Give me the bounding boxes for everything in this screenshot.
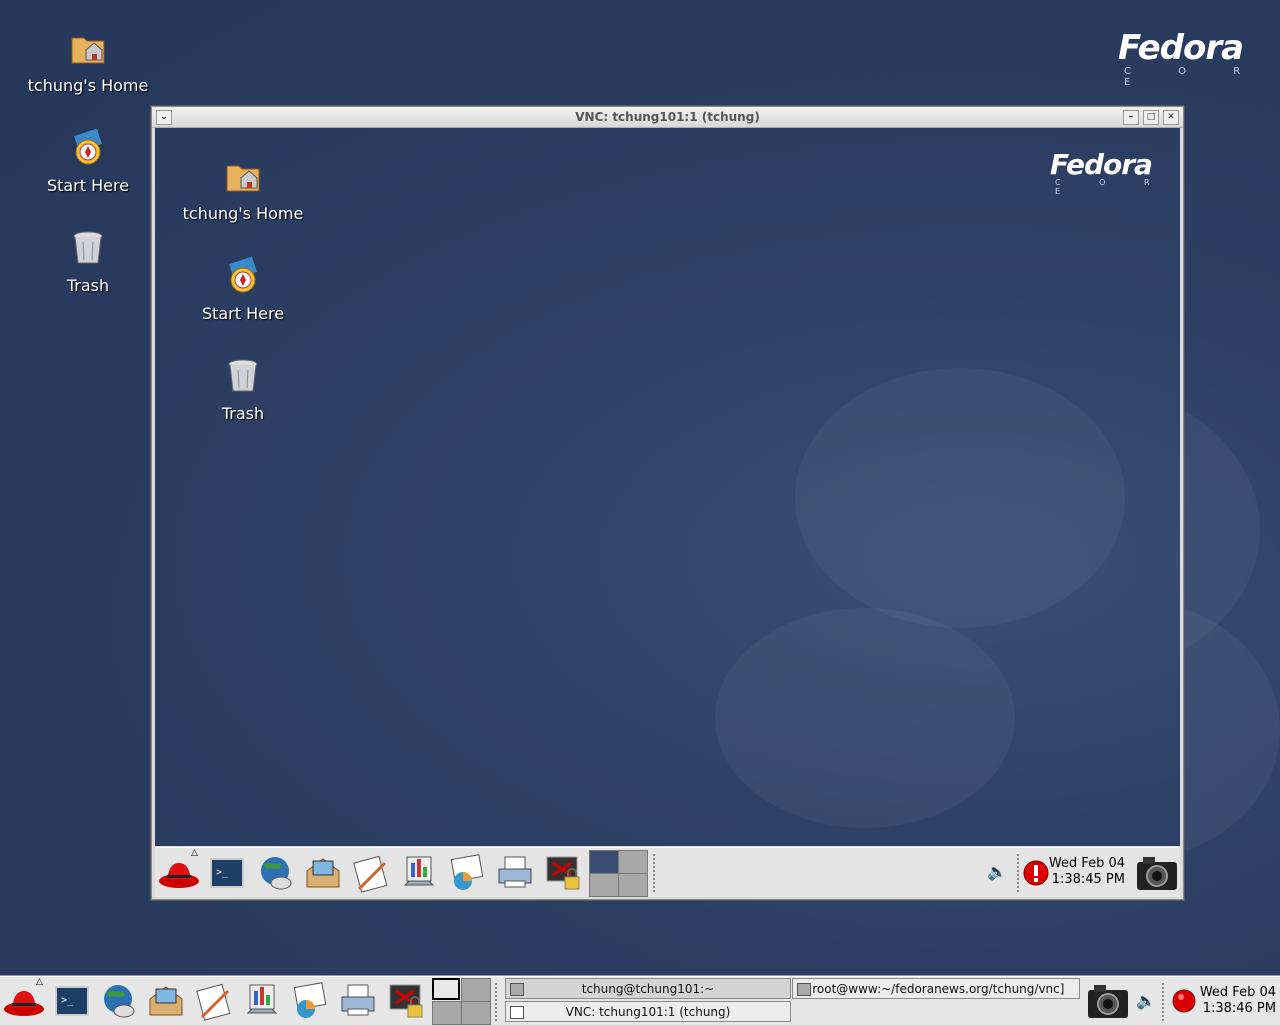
lock-screen-icon[interactable] xyxy=(541,851,585,895)
taskbar-item-label: tchung@tchung101:~ xyxy=(581,982,715,996)
panel-handle[interactable] xyxy=(1162,983,1168,1021)
vnc-window[interactable]: ⌄ VNC: tchung101:1 (tchung) – □ ✕ Fedora… xyxy=(151,106,1184,900)
workspace-2[interactable] xyxy=(461,978,491,1002)
taskbar-item-label: VNC: tchung101:1 (tchung) xyxy=(565,1005,731,1019)
desktop-icon-label: Start Here xyxy=(46,176,130,195)
remote-clock[interactable]: Wed Feb 04 1:38:45 PM xyxy=(1045,856,1125,888)
start-here-icon xyxy=(74,128,102,165)
desktop-icon-label: tchung's Home xyxy=(182,204,304,223)
volume-icon[interactable]: 🔈 xyxy=(987,862,1007,881)
fedora-logo-sub: C O R E xyxy=(1124,66,1263,88)
terminal-icon[interactable]: >_ xyxy=(205,851,249,895)
print-manager-icon[interactable] xyxy=(493,851,537,895)
remote-icon-home[interactable]: tchung's Home xyxy=(178,156,308,223)
panel-handle[interactable] xyxy=(653,854,659,892)
calc-icon[interactable] xyxy=(288,979,332,1023)
host-clock[interactable]: Wed Feb 04 1:38:46 PM xyxy=(1196,985,1276,1017)
workspace-3[interactable] xyxy=(432,1001,462,1025)
panel-handle[interactable] xyxy=(495,983,501,1021)
email-icon[interactable] xyxy=(144,979,188,1023)
desktop-icon-start-here[interactable]: Start Here xyxy=(23,128,153,195)
trash-icon xyxy=(73,231,103,264)
svg-text:>_: >_ xyxy=(61,995,74,1006)
workspace-1[interactable] xyxy=(589,850,619,874)
volume-icon[interactable]: 🔈 xyxy=(1136,991,1156,1010)
document-icon xyxy=(510,1006,524,1019)
fedora-logo-sub: C O R E xyxy=(1055,178,1168,196)
workspace-1[interactable] xyxy=(432,978,460,1000)
desktop-icon-label: Start Here xyxy=(201,304,285,323)
home-folder-icon xyxy=(71,37,105,64)
remote-clock-time: 1:38:45 PM xyxy=(1051,872,1125,887)
workspace-4[interactable] xyxy=(618,873,648,897)
start-here-icon xyxy=(229,256,257,293)
host-panel: △ >_ tchung@tchung101:~ [root@www:~/fedo… xyxy=(0,976,1280,1025)
taskbar-item-root-terminal[interactable]: [root@www:~/fedoranews.org/tchung/vnc] xyxy=(792,978,1080,999)
menu-arrow-icon: △ xyxy=(36,977,43,987)
web-browser-icon[interactable] xyxy=(96,979,140,1023)
workspace-pager[interactable] xyxy=(432,978,491,1025)
lock-screen-icon[interactable] xyxy=(384,979,428,1023)
workspace-pager[interactable] xyxy=(589,850,649,897)
terminal-window-icon xyxy=(510,983,524,996)
email-icon[interactable] xyxy=(301,851,345,895)
fedora-logo: Fedora xyxy=(1050,148,1153,181)
impress-icon[interactable] xyxy=(397,851,441,895)
desktop-icon-label: Trash xyxy=(221,404,265,423)
workspace-2[interactable] xyxy=(618,850,648,874)
terminal-window-icon xyxy=(797,983,811,996)
wallpaper-leaf xyxy=(795,368,1125,628)
desktop-icon-label: Trash xyxy=(66,276,110,295)
taskbar-item-terminal[interactable]: tchung@tchung101:~ xyxy=(505,978,791,999)
print-manager-icon[interactable] xyxy=(336,979,380,1023)
desktop-icon-trash[interactable]: Trash xyxy=(23,228,153,295)
writer-icon[interactable] xyxy=(192,979,236,1023)
desktop-icon-label: tchung's Home xyxy=(27,76,149,95)
window-menu-button[interactable]: ⌄ xyxy=(156,110,172,125)
wallpaper-leaf xyxy=(715,608,1015,828)
desktop-icon-home[interactable]: tchung's Home xyxy=(23,28,153,95)
workspace-3[interactable] xyxy=(589,873,619,897)
vnc-remote-panel: △ >_ 🔈 Wed Feb 04 1:38:45 PM xyxy=(155,847,1180,897)
remote-icon-trash[interactable]: Trash xyxy=(178,356,308,423)
vnc-titlebar[interactable]: ⌄ VNC: tchung101:1 (tchung) – □ ✕ xyxy=(152,107,1183,128)
taskbar-item-vnc[interactable]: VNC: tchung101:1 (tchung) xyxy=(505,1001,791,1022)
trash-icon xyxy=(228,359,258,392)
fedora-logo: Fedora xyxy=(1118,28,1244,68)
vnc-title: VNC: tchung101:1 (tchung) xyxy=(575,110,760,124)
host-clock-date: Wed Feb 04 xyxy=(1199,985,1276,1000)
screenshot-camera-icon[interactable] xyxy=(1135,854,1179,892)
maximize-button[interactable]: □ xyxy=(1143,110,1159,125)
writer-icon[interactable] xyxy=(349,851,393,895)
svg-text:>_: >_ xyxy=(216,867,229,878)
status-indicator-icon[interactable] xyxy=(1172,989,1196,1013)
vnc-remote-desktop[interactable]: Fedora C O R E tchung's Home Start Here xyxy=(155,128,1180,846)
screenshot-camera-icon[interactable] xyxy=(1086,981,1130,1021)
home-folder-icon xyxy=(226,165,260,192)
menu-arrow-icon: △ xyxy=(191,848,198,858)
close-button[interactable]: ✕ xyxy=(1163,110,1179,125)
minimize-button[interactable]: – xyxy=(1123,110,1139,125)
terminal-icon[interactable]: >_ xyxy=(50,979,94,1023)
web-browser-icon[interactable] xyxy=(253,851,297,895)
host-clock-time: 1:38:46 PM xyxy=(1202,1001,1276,1016)
calc-icon[interactable] xyxy=(445,851,489,895)
remote-icon-start-here[interactable]: Start Here xyxy=(178,256,308,323)
remote-clock-date: Wed Feb 04 xyxy=(1048,856,1125,871)
workspace-4[interactable] xyxy=(461,1001,491,1025)
taskbar-item-label: [root@www:~/fedoranews.org/tchung/vnc] xyxy=(807,982,1065,996)
impress-icon[interactable] xyxy=(240,979,284,1023)
